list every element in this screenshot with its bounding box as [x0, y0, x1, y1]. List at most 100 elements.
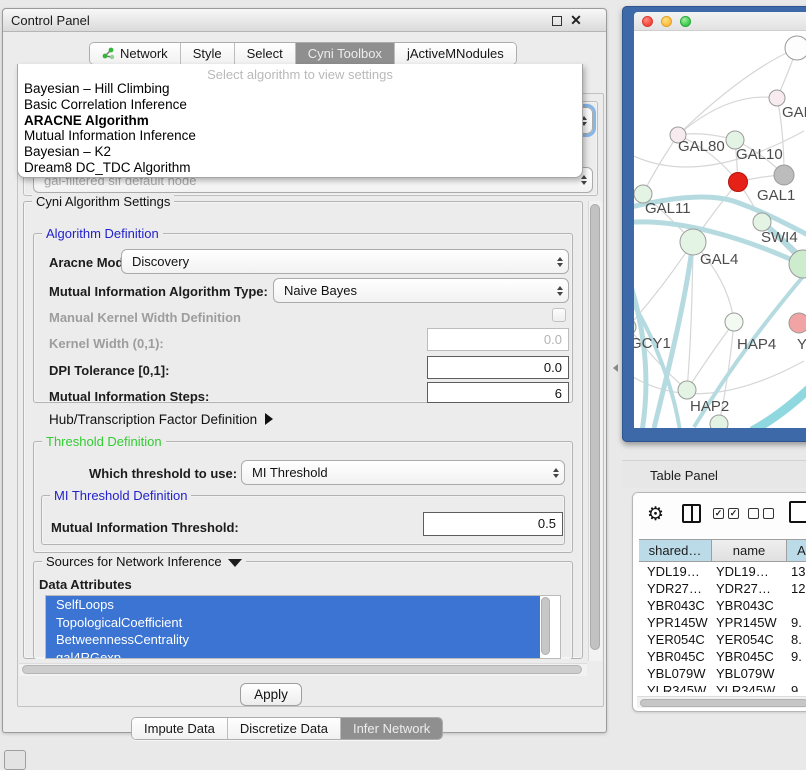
columns-icon[interactable]	[682, 504, 701, 523]
close-traffic-icon[interactable]	[642, 16, 653, 27]
algorithm-option[interactable]: Bayesian – K2	[18, 144, 582, 160]
document-icon[interactable]	[789, 501, 806, 523]
network-window-titlebar[interactable]	[634, 12, 806, 31]
cell-shared-name: YPR145W	[639, 614, 712, 631]
table-row[interactable]: YBR045C YBR045C 9.	[639, 648, 806, 665]
cell-name: YBR045C	[712, 648, 787, 665]
algorithm-option[interactable]: Basic Correlation Inference	[18, 97, 582, 113]
mi-steps-field[interactable]: 6	[427, 382, 569, 403]
data-attribute-item[interactable]: BetweennessCentrality	[46, 631, 540, 649]
cell-shared-name: YBL079W	[639, 665, 712, 682]
tab[interactable]: Style	[181, 43, 235, 64]
data-attribute-item[interactable]: TopologicalCoefficient	[46, 614, 540, 632]
algorithm-option[interactable]: Mutual Information Inference	[18, 128, 582, 144]
algorithm-option[interactable]: Bayesian – Hill Climbing	[18, 81, 582, 97]
node-gal1-red	[729, 173, 748, 192]
which-threshold-combo[interactable]: MI Threshold	[241, 460, 565, 485]
table-row[interactable]: YDR27… YDR27… 12	[639, 580, 806, 597]
bottom-tab[interactable]: Discretize Data	[228, 718, 341, 739]
settings-vscrollbar-thumb[interactable]	[590, 204, 600, 650]
table-row[interactable]: YDL19… YDL19… 13	[639, 563, 806, 580]
table-row[interactable]: YLR345W YLR345W 9.	[639, 682, 806, 692]
data-attribute-label: TopologicalCoefficient	[56, 615, 182, 630]
aracne-mode-value: Discovery	[122, 254, 552, 269]
node-label-gal1: GAL1	[757, 187, 795, 204]
mi-threshold-label: Mutual Information Threshold:	[51, 520, 239, 535]
sources-group-toggle[interactable]: Sources for Network Inference	[42, 554, 246, 569]
gear-icon[interactable]: ⚙	[647, 503, 664, 526]
table-toolbar: ⚙ ✓ ✓	[633, 493, 806, 537]
tab-label: Select	[247, 46, 283, 61]
table-row[interactable]: YPR145W YPR145W 9.	[639, 614, 806, 631]
column-header-shared-name[interactable]: shared…	[639, 540, 712, 561]
algorithm-option-label: Bayesian – Hill Climbing	[24, 81, 170, 96]
combo-stepper-icon	[548, 461, 564, 484]
mi-threshold-field[interactable]: 0.5	[423, 512, 563, 536]
table-row[interactable]: YBR043C YBR043C	[639, 597, 806, 614]
combo-stepper-icon	[552, 250, 568, 273]
mi-type-label: Mutual Information Algorithm Type:	[49, 284, 268, 299]
algorithm-option[interactable]: ARACNE Algorithm	[18, 113, 582, 129]
threshold-definition-title: Threshold Definition	[42, 434, 166, 449]
minimize-traffic-icon[interactable]	[661, 16, 672, 27]
tab[interactable]: Select	[235, 43, 296, 64]
table-hscrollbar[interactable]	[637, 696, 806, 708]
network-canvas[interactable]: GAL7 GAL80 GAL10 GAL1 GAL11 SWI4 GAL4 GC…	[634, 31, 806, 428]
bottom-tab-label: Discretize Data	[240, 721, 328, 736]
control-panel-titlebar: Control Panel ✕	[3, 9, 606, 32]
column-header-name[interactable]: name	[712, 540, 787, 561]
cell-name: YDR27…	[712, 580, 787, 597]
zoom-traffic-icon[interactable]	[680, 16, 691, 27]
tab[interactable]: Cyni Toolbox	[296, 43, 395, 64]
bottom-tab[interactable]: Impute Data	[132, 718, 228, 739]
node-label-gcy1: GCY1	[634, 335, 671, 352]
unchecked-checkbox-icon[interactable]	[748, 508, 759, 519]
checked-checkbox-icon[interactable]: ✓	[713, 508, 724, 519]
node	[789, 250, 806, 278]
algorithm-option-label: Basic Correlation Inference	[24, 97, 187, 112]
tab-label: Cyni Toolbox	[308, 46, 382, 61]
splitter-collapse-icon[interactable]	[613, 364, 618, 372]
tab[interactable]: jActiveMNodules	[395, 43, 516, 64]
collapse-down-icon	[228, 559, 242, 567]
node-label-gal4: GAL4	[700, 251, 738, 268]
dpi-tolerance-label: DPI Tolerance [0,1]:	[49, 363, 169, 378]
network-tab-icon	[102, 47, 115, 60]
column-header-cut[interactable]: A	[787, 540, 806, 561]
bottom-tab-label: Impute Data	[144, 721, 215, 736]
dpi-tolerance-field[interactable]: 0.0	[427, 356, 569, 379]
tab[interactable]: Network	[90, 43, 181, 64]
tab-label: Style	[193, 46, 222, 61]
data-attribute-item[interactable]: SelfLoops	[46, 596, 540, 614]
cell-shared-name: YER054C	[639, 631, 712, 648]
bottom-tab[interactable]: Infer Network	[341, 718, 442, 739]
table-row[interactable]: YER054C YER054C 8.	[639, 631, 806, 648]
kernel-width-field[interactable]: 0.0	[427, 328, 569, 351]
algorithm-option[interactable]: Dream8 DC_TDC Algorithm	[18, 160, 582, 176]
data-attributes-label: Data Attributes	[39, 577, 132, 592]
node-label-gal7: GAL7	[782, 104, 806, 121]
data-attribute-item[interactable]: gal4RGexp	[46, 649, 540, 660]
settings-hscrollbar-thumb[interactable]	[22, 665, 582, 674]
unchecked-checkbox-icon[interactable]	[763, 508, 774, 519]
node-label-hap2: HAP2	[690, 398, 729, 415]
manual-kernel-checkbox[interactable]	[552, 308, 566, 322]
node-label-gal80: GAL80	[678, 138, 725, 155]
checked-checkbox-icon[interactable]: ✓	[728, 508, 739, 519]
data-attributes-list: SelfLoops TopologicalCoefficient Between…	[45, 595, 561, 659]
mi-type-value: Naive Bayes	[274, 283, 552, 298]
hub-definition-toggle[interactable]: Hub/Transcription Factor Definition	[49, 412, 273, 427]
apply-button[interactable]: Apply	[240, 683, 302, 706]
close-icon[interactable]: ✕	[570, 15, 582, 27]
tab-label: Network	[120, 46, 168, 61]
aracne-mode-combo[interactable]: Discovery	[121, 249, 569, 274]
attribute-list-scrollbar[interactable]	[541, 597, 550, 655]
float-window-icon[interactable]	[552, 16, 562, 26]
table-row[interactable]: YBL079W YBL079W	[639, 665, 806, 682]
cell-shared-name: YDR27…	[639, 580, 712, 597]
collapsed-panel-button[interactable]	[4, 750, 26, 770]
node	[710, 415, 728, 428]
node-hap2	[678, 381, 696, 399]
combo-stepper-icon	[552, 279, 568, 302]
mi-type-combo[interactable]: Naive Bayes	[273, 278, 569, 303]
